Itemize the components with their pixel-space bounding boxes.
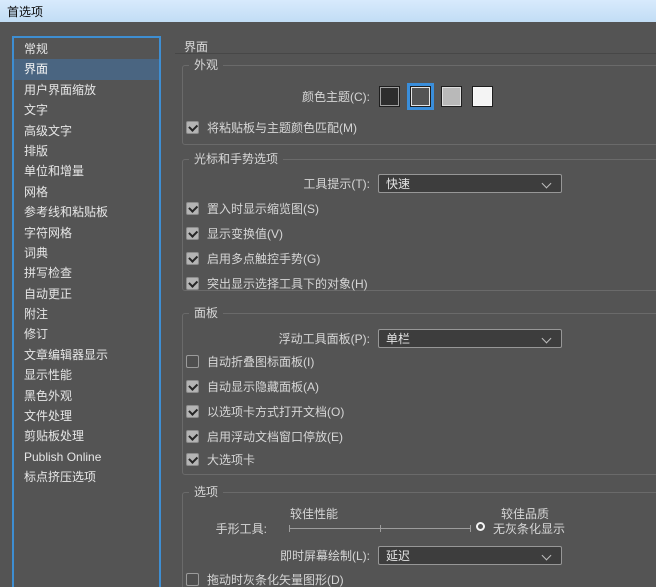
appearance-legend: 外观 bbox=[189, 58, 223, 73]
auto-show-hidden-panels-checkbox[interactable] bbox=[186, 380, 199, 393]
sidebar-item-general[interactable]: 常规 bbox=[14, 39, 159, 59]
preferences-dialog: 首选项 常规 界面 用户界面缩放 文字 高级文字 排版 单位和增量 网格 参考线… bbox=[0, 0, 656, 587]
sidebar-item-notes[interactable]: 附注 bbox=[14, 304, 159, 324]
floating-tools-panel-dropdown[interactable]: 单栏 bbox=[378, 329, 562, 348]
show-thumbnails-checkbox[interactable] bbox=[186, 202, 199, 215]
sidebar-item-story-editor-display[interactable]: 文章编辑器显示 bbox=[14, 345, 159, 365]
auto-collapse-panels-label: 自动折叠图标面板(I) bbox=[207, 353, 314, 370]
sidebar-item-ui-scaling[interactable]: 用户界面缩放 bbox=[14, 80, 159, 100]
show-transform-values-checkbox[interactable] bbox=[186, 227, 199, 240]
sidebar-item-composition[interactable]: 排版 bbox=[14, 141, 159, 161]
floating-window-docking-row[interactable]: 启用浮动文档窗口停放(E) bbox=[186, 429, 656, 443]
floating-tools-label: 浮动工具面板(P): bbox=[183, 330, 370, 347]
large-tabs-label: 大选项卡 bbox=[207, 451, 255, 468]
cursor-gesture-group: 光标和手势选项 工具提示(T): 快速 置入时显示缩览图(S) 显示变换值(V)… bbox=[182, 159, 656, 291]
highlight-object-label: 突出显示选择工具下的对象(H) bbox=[207, 275, 368, 292]
auto-show-hidden-panels-label: 自动显示隐藏面板(A) bbox=[207, 378, 319, 395]
options-legend: 选项 bbox=[189, 485, 223, 500]
slider-tick-middle bbox=[380, 525, 381, 532]
sidebar-item-interface[interactable]: 界面 bbox=[14, 59, 159, 79]
sidebar-item-publish-online[interactable]: Publish Online bbox=[14, 447, 159, 467]
sidebar-item-character-grid[interactable]: 字符网格 bbox=[14, 223, 159, 243]
live-screen-drawing-label: 即时屏幕绘制(L): bbox=[183, 547, 370, 564]
tooltips-value: 快速 bbox=[386, 175, 410, 192]
slider-handle[interactable] bbox=[476, 522, 485, 531]
appearance-group: 外观 颜色主题(C): 将粘贴板与主题颜色匹配(M) bbox=[182, 65, 656, 145]
color-theme-swatch-lightest[interactable] bbox=[472, 86, 493, 107]
panels-group: 面板 浮动工具面板(P): 单栏 自动折叠图标面板(I) 自动显示隐藏面板(A)… bbox=[182, 313, 656, 475]
color-theme-swatch-darkest[interactable] bbox=[379, 86, 400, 107]
slider-tick-end bbox=[470, 525, 471, 532]
live-screen-drawing-value: 延迟 bbox=[386, 547, 410, 564]
floating-window-docking-label: 启用浮动文档窗口停放(E) bbox=[207, 428, 343, 445]
greek-vector-graphics-label: 拖动时灰条化矢量图形(D) bbox=[207, 571, 344, 587]
sidebar-item-units-increments[interactable]: 单位和增量 bbox=[14, 161, 159, 181]
chevron-down-icon bbox=[542, 551, 552, 561]
sidebar-item-dictionary[interactable]: 词典 bbox=[14, 243, 159, 263]
tooltips-row: 工具提示(T): 快速 bbox=[183, 174, 656, 193]
hand-tool-label: 手形工具: bbox=[183, 520, 267, 537]
auto-show-hidden-panels-row[interactable]: 自动显示隐藏面板(A) bbox=[186, 379, 656, 393]
window-titlebar: 首选项 bbox=[0, 0, 656, 22]
sidebar-item-grids[interactable]: 网格 bbox=[14, 182, 159, 202]
show-thumbnails-row[interactable]: 置入时显示缩览图(S) bbox=[186, 201, 656, 215]
sidebar-item-display-performance[interactable]: 显示性能 bbox=[14, 365, 159, 385]
color-theme-swatch-light[interactable] bbox=[441, 86, 462, 107]
sidebar-item-track-changes[interactable]: 修订 bbox=[14, 324, 159, 344]
floating-tools-value: 单栏 bbox=[386, 330, 410, 347]
chevron-down-icon bbox=[542, 179, 552, 189]
sidebar-item-appearance-of-black[interactable]: 黑色外观 bbox=[14, 386, 159, 406]
highlight-object-row[interactable]: 突出显示选择工具下的对象(H) bbox=[186, 276, 656, 290]
floating-window-docking-checkbox[interactable] bbox=[186, 430, 199, 443]
show-thumbnails-label: 置入时显示缩览图(S) bbox=[207, 200, 319, 217]
multitouch-gestures-checkbox[interactable] bbox=[186, 252, 199, 265]
title-separator bbox=[175, 53, 656, 54]
sidebar-item-autocorrect[interactable]: 自动更正 bbox=[14, 284, 159, 304]
floating-tools-row: 浮动工具面板(P): 单栏 bbox=[183, 329, 656, 348]
greek-vector-graphics-checkbox[interactable] bbox=[186, 573, 199, 586]
open-docs-as-tabs-label: 以选项卡方式打开文档(O) bbox=[207, 403, 344, 420]
open-docs-as-tabs-checkbox[interactable] bbox=[186, 405, 199, 418]
match-pasteboard-row[interactable]: 将粘贴板与主题颜色匹配(M) bbox=[186, 120, 656, 134]
sidebar-item-type[interactable]: 文字 bbox=[14, 100, 159, 120]
auto-collapse-panels-checkbox[interactable] bbox=[186, 355, 199, 368]
multitouch-gestures-label: 启用多点触控手势(G) bbox=[207, 250, 320, 267]
match-pasteboard-label: 将粘贴板与主题颜色匹配(M) bbox=[207, 119, 357, 136]
live-screen-drawing-row: 即时屏幕绘制(L): 延迟 bbox=[183, 546, 656, 565]
cursor-gesture-legend: 光标和手势选项 bbox=[189, 152, 283, 167]
color-theme-label: 颜色主题(C): bbox=[183, 88, 370, 105]
match-pasteboard-checkbox[interactable] bbox=[186, 121, 199, 134]
window-title: 首选项 bbox=[7, 3, 43, 20]
sidebar-item-guides-pasteboard[interactable]: 参考线和粘贴板 bbox=[14, 202, 159, 222]
live-screen-drawing-dropdown[interactable]: 延迟 bbox=[378, 546, 562, 565]
options-group: 选项 较佳性能 较佳品质 手形工具: 无灰条化显示 即时屏幕绘制(L): 延迟 … bbox=[182, 492, 656, 587]
preferences-category-list: 常规 界面 用户界面缩放 文字 高级文字 排版 单位和增量 网格 参考线和粘贴板… bbox=[12, 36, 161, 587]
no-greeking-label: 无灰条化显示 bbox=[493, 520, 565, 537]
large-tabs-row[interactable]: 大选项卡 bbox=[186, 452, 656, 466]
better-performance-label: 较佳性能 bbox=[290, 505, 338, 522]
sidebar-item-mojikumi-options[interactable]: 标点挤压选项 bbox=[14, 467, 159, 487]
sidebar-item-file-handling[interactable]: 文件处理 bbox=[14, 406, 159, 426]
tooltips-label: 工具提示(T): bbox=[183, 175, 370, 192]
color-theme-swatches bbox=[379, 86, 493, 107]
color-theme-swatch-dark[interactable] bbox=[410, 86, 431, 107]
auto-collapse-panels-row[interactable]: 自动折叠图标面板(I) bbox=[186, 354, 656, 368]
highlight-object-checkbox[interactable] bbox=[186, 277, 199, 290]
tooltips-dropdown[interactable]: 快速 bbox=[378, 174, 562, 193]
hand-tool-slider[interactable] bbox=[289, 522, 471, 535]
panels-legend: 面板 bbox=[189, 306, 223, 321]
sidebar-item-clipboard-handling[interactable]: 剪贴板处理 bbox=[14, 426, 159, 446]
show-transform-values-row[interactable]: 显示变换值(V) bbox=[186, 226, 656, 240]
color-theme-row: 颜色主题(C): bbox=[183, 84, 656, 108]
show-transform-values-label: 显示变换值(V) bbox=[207, 225, 283, 242]
sidebar-item-spelling[interactable]: 拼写检查 bbox=[14, 263, 159, 283]
slider-tick-start bbox=[289, 525, 290, 532]
multitouch-gestures-row[interactable]: 启用多点触控手势(G) bbox=[186, 251, 656, 265]
greek-vector-graphics-row[interactable]: 拖动时灰条化矢量图形(D) bbox=[186, 572, 656, 586]
open-docs-as-tabs-row[interactable]: 以选项卡方式打开文档(O) bbox=[186, 404, 656, 418]
hand-tool-slider-row: 手形工具: 无灰条化显示 bbox=[183, 521, 656, 536]
large-tabs-checkbox[interactable] bbox=[186, 453, 199, 466]
chevron-down-icon bbox=[542, 334, 552, 344]
sidebar-item-advanced-type[interactable]: 高级文字 bbox=[14, 121, 159, 141]
